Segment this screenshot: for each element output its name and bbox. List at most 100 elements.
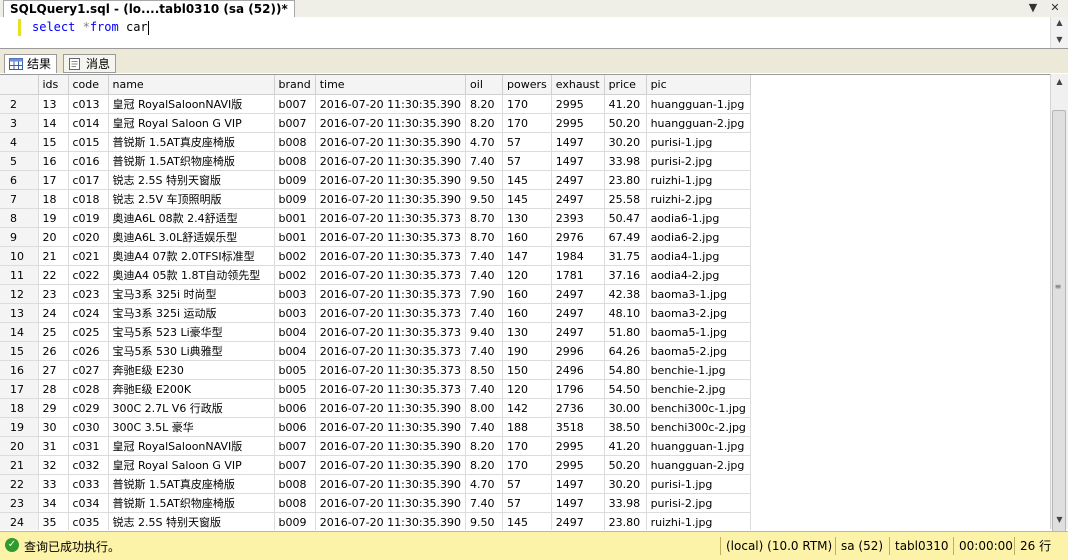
cell-code[interactable]: c014 bbox=[68, 113, 109, 133]
cell-code[interactable]: c030 bbox=[68, 417, 109, 437]
cell-brand[interactable]: b007 bbox=[274, 113, 316, 133]
cell-powers[interactable]: 170 bbox=[502, 436, 552, 456]
cell-price[interactable]: 33.98 bbox=[604, 493, 647, 513]
cell-oil[interactable]: 4.70 bbox=[465, 132, 504, 152]
cell-time[interactable]: 2016-07-20 11:30:35.373 bbox=[315, 246, 467, 266]
cell-pic[interactable]: purisi-2.jpg bbox=[646, 151, 751, 171]
cell-name[interactable]: 宝马3系 325i 时尚型 bbox=[108, 284, 275, 304]
cell-oil[interactable]: 9.50 bbox=[465, 512, 504, 530]
cell-powers[interactable]: 147 bbox=[502, 246, 552, 266]
cell-brand[interactable]: b002 bbox=[274, 246, 316, 266]
cell-ids[interactable]: 15 bbox=[38, 132, 69, 152]
table-row[interactable]: 12 23 c023 宝马3系 325i 时尚型 b003 2016-07-20 11:3… bbox=[0, 284, 751, 304]
table-row[interactable]: 13 24 c024 宝马3系 325i 运动版 b003 2016-07-20 11:3… bbox=[0, 303, 751, 323]
cell-time[interactable]: 2016-07-20 11:30:35.373 bbox=[315, 284, 467, 304]
cell-code[interactable]: c032 bbox=[68, 455, 109, 475]
cell-time[interactable]: 2016-07-20 11:30:35.390 bbox=[315, 113, 467, 133]
cell-name[interactable]: 皇冠 Royal Saloon G VIP bbox=[108, 455, 275, 475]
cell-brand[interactable]: b004 bbox=[274, 322, 316, 342]
cell-brand[interactable]: b005 bbox=[274, 379, 316, 399]
cell-time[interactable]: 2016-07-20 11:30:35.390 bbox=[315, 455, 467, 475]
scroll-thumb[interactable] bbox=[1052, 110, 1066, 534]
cell-price[interactable]: 54.80 bbox=[604, 360, 647, 380]
cell-time[interactable]: 2016-07-20 11:30:35.390 bbox=[315, 512, 467, 530]
cell-name[interactable]: 普锐斯 1.5AT织物座椅版 bbox=[108, 151, 275, 171]
cell-exhaust[interactable]: 1497 bbox=[551, 493, 605, 513]
cell-exhaust[interactable]: 2497 bbox=[551, 512, 605, 530]
dropdown-arrow-icon[interactable]: ▼ bbox=[1026, 1, 1040, 15]
cell-ids[interactable]: 29 bbox=[38, 398, 69, 418]
table-row[interactable]: 8 19 c019 奥迪A6L 08款 2.4舒适型 b001 2016-07-20 11… bbox=[0, 208, 751, 228]
query-editor[interactable]: select *from car ▲ ▼ bbox=[0, 17, 1068, 49]
cell-brand[interactable]: b009 bbox=[274, 170, 316, 190]
cell-brand[interactable]: b008 bbox=[274, 151, 316, 171]
cell-exhaust[interactable]: 1497 bbox=[551, 151, 605, 171]
cell-price[interactable]: 50.20 bbox=[604, 455, 647, 475]
cell-time[interactable]: 2016-07-20 11:30:35.373 bbox=[315, 227, 467, 247]
cell-brand[interactable]: b008 bbox=[274, 493, 316, 513]
column-header-time[interactable]: time bbox=[315, 75, 467, 95]
cell-oil[interactable]: 8.00 bbox=[465, 398, 504, 418]
cell-brand[interactable]: b009 bbox=[274, 189, 316, 209]
cell-name[interactable]: 奥迪A6L 08款 2.4舒适型 bbox=[108, 208, 275, 228]
table-row[interactable]: 3 14 c014 皇冠 Royal Saloon G VIP b007 2016-07-… bbox=[0, 113, 751, 133]
cell-pic[interactable]: aodia6-2.jpg bbox=[646, 227, 751, 247]
cell-exhaust[interactable]: 2996 bbox=[551, 341, 605, 361]
row-number[interactable]: 4 bbox=[0, 132, 39, 152]
cell-powers[interactable]: 145 bbox=[502, 189, 552, 209]
cell-ids[interactable]: 23 bbox=[38, 284, 69, 304]
tab-sqlquery1[interactable]: SQLQuery1.sql - (lo....tabl0310 (sa (52)… bbox=[3, 0, 295, 17]
cell-powers[interactable]: 57 bbox=[502, 474, 552, 494]
row-number[interactable]: 11 bbox=[0, 265, 39, 285]
cell-oil[interactable]: 8.20 bbox=[465, 113, 504, 133]
cell-time[interactable]: 2016-07-20 11:30:35.390 bbox=[315, 94, 467, 114]
cell-name[interactable]: 锐志 2.5S 特别天窗版 bbox=[108, 512, 275, 530]
cell-brand[interactable]: b007 bbox=[274, 94, 316, 114]
cell-oil[interactable]: 8.20 bbox=[465, 455, 504, 475]
cell-exhaust[interactable]: 2976 bbox=[551, 227, 605, 247]
cell-name[interactable]: 宝马5系 530 Li典雅型 bbox=[108, 341, 275, 361]
cell-name[interactable]: 300C 3.5L 豪华 bbox=[108, 417, 275, 437]
cell-brand[interactable]: b002 bbox=[274, 265, 316, 285]
cell-pic[interactable]: aodia4-1.jpg bbox=[646, 246, 751, 266]
tab-results[interactable]: 结果 bbox=[4, 54, 58, 73]
cell-ids[interactable]: 28 bbox=[38, 379, 69, 399]
cell-exhaust[interactable]: 2995 bbox=[551, 113, 605, 133]
cell-price[interactable]: 41.20 bbox=[604, 94, 647, 114]
cell-brand[interactable]: b007 bbox=[274, 455, 316, 475]
cell-pic[interactable]: benchi300c-1.jpg bbox=[646, 398, 751, 418]
cell-exhaust[interactable]: 2496 bbox=[551, 360, 605, 380]
column-header-pic[interactable]: pic bbox=[646, 75, 751, 95]
cell-pic[interactable]: huangguan-2.jpg bbox=[646, 113, 751, 133]
cell-oil[interactable]: 7.40 bbox=[465, 379, 504, 399]
row-number[interactable]: 18 bbox=[0, 398, 39, 418]
cell-ids[interactable]: 26 bbox=[38, 341, 69, 361]
cell-ids[interactable]: 27 bbox=[38, 360, 69, 380]
column-header-brand[interactable]: brand bbox=[274, 75, 316, 95]
cell-price[interactable]: 25.58 bbox=[604, 189, 647, 209]
cell-powers[interactable]: 160 bbox=[502, 303, 552, 323]
cell-powers[interactable]: 150 bbox=[502, 360, 552, 380]
cell-price[interactable]: 33.98 bbox=[604, 151, 647, 171]
cell-name[interactable]: 奥迪A6L 3.0L舒适娱乐型 bbox=[108, 227, 275, 247]
cell-exhaust[interactable]: 2497 bbox=[551, 284, 605, 304]
cell-time[interactable]: 2016-07-20 11:30:35.390 bbox=[315, 493, 467, 513]
row-number[interactable]: 23 bbox=[0, 493, 39, 513]
cell-price[interactable]: 41.20 bbox=[604, 436, 647, 456]
cell-price[interactable]: 30.00 bbox=[604, 398, 647, 418]
column-header-name[interactable]: name bbox=[108, 75, 275, 95]
table-row[interactable]: 6 17 c017 锐志 2.5S 特别天窗版 b009 2016-07-20 11:30… bbox=[0, 170, 751, 190]
cell-oil[interactable]: 7.40 bbox=[465, 265, 504, 285]
row-number[interactable]: 16 bbox=[0, 360, 39, 380]
cell-price[interactable]: 42.38 bbox=[604, 284, 647, 304]
cell-name[interactable]: 奥迪A4 05款 1.8T自动领先型 bbox=[108, 265, 275, 285]
row-number[interactable]: 24 bbox=[0, 512, 39, 530]
cell-oil[interactable]: 8.20 bbox=[465, 94, 504, 114]
table-row[interactable]: 11 22 c022 奥迪A4 05款 1.8T自动领先型 b002 2016-07-20… bbox=[0, 265, 751, 285]
cell-exhaust[interactable]: 1781 bbox=[551, 265, 605, 285]
row-number[interactable]: 15 bbox=[0, 341, 39, 361]
cell-brand[interactable]: b001 bbox=[274, 227, 316, 247]
editor-scrollbar[interactable]: ▲ ▼ bbox=[1050, 17, 1068, 48]
table-row[interactable]: 16 27 c027 奔驰E级 E230 b005 2016-07-20 11:30:35… bbox=[0, 360, 751, 380]
table-row[interactable]: 17 28 c028 奔驰E级 E200K b005 2016-07-20 11:30:3… bbox=[0, 379, 751, 399]
